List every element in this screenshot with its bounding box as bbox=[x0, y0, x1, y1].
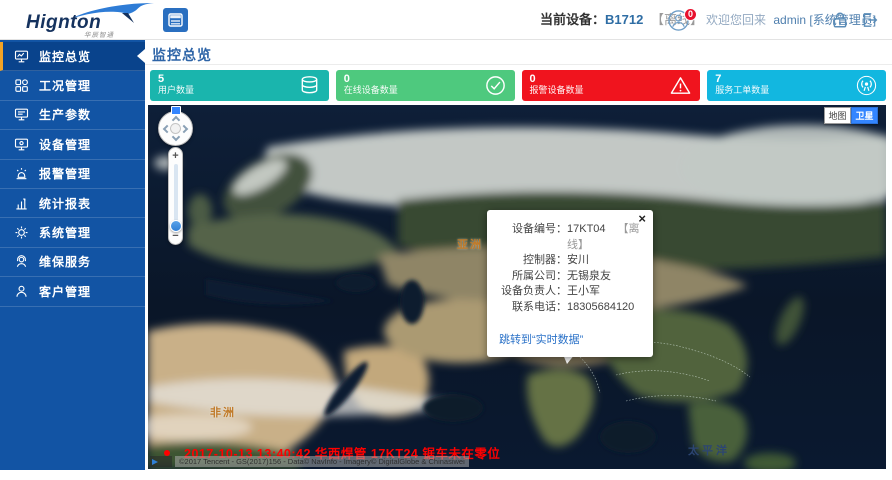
map-type-satellite-button[interactable]: 卫星 bbox=[851, 107, 878, 124]
zoom-in-button[interactable]: + bbox=[169, 150, 182, 162]
stat-cards-row: 5 用户数量 0 在线设备数量 0 报警设备数量 7 服务工单数量 bbox=[150, 70, 886, 101]
close-icon[interactable]: × bbox=[638, 212, 646, 226]
stat-value: 5 bbox=[158, 73, 321, 85]
map-type-switch: 地图 卫星 bbox=[824, 107, 878, 124]
popup-row-company: 所属公司： 无锡泉友 bbox=[495, 269, 645, 285]
map-type-map-button[interactable]: 地图 bbox=[824, 107, 851, 124]
map-label-pacific: 太平洋 bbox=[688, 442, 730, 458]
sidebar-item-label: 统计报表 bbox=[39, 195, 91, 212]
stat-card-users[interactable]: 5 用户数量 bbox=[150, 70, 329, 101]
brand-logo: Hignton 华辰智通 bbox=[26, 3, 146, 39]
grid-icon bbox=[14, 78, 29, 93]
pan-center-button[interactable] bbox=[170, 123, 181, 134]
page-title: 监控总览 bbox=[152, 45, 212, 65]
sidebar-item-monitor-overview[interactable]: 监控总览 bbox=[0, 42, 145, 71]
provider-logo-icon bbox=[152, 459, 158, 465]
popup-label: 控制器： bbox=[495, 253, 567, 269]
attribution-text: ©2017 Tencent - GS(2017)156 - Data© NavI… bbox=[175, 456, 469, 467]
map-label-asia: 亚洲 bbox=[457, 236, 483, 252]
popup-label: 设备编号： bbox=[495, 222, 567, 253]
lock-icon[interactable] bbox=[831, 11, 849, 29]
welcome-text: 欢迎您回来 bbox=[706, 13, 766, 27]
popup-label: 所属公司： bbox=[495, 269, 567, 285]
sidebar-item-label: 维保服务 bbox=[39, 253, 91, 270]
sidebar-item-production-params[interactable]: 生产参数 bbox=[0, 101, 145, 130]
popup-value: 无锡泉友 bbox=[567, 269, 645, 285]
sidebar-item-label: 客户管理 bbox=[39, 283, 91, 300]
notification-badge[interactable]: 0 bbox=[684, 8, 697, 21]
monitor-chart-icon bbox=[14, 49, 29, 64]
warning-triangle-icon bbox=[669, 74, 692, 97]
stat-value: 0 bbox=[344, 73, 507, 85]
popup-row-controller: 控制器： 安川 bbox=[495, 253, 645, 269]
map-zoom-slider[interactable]: + − bbox=[168, 147, 183, 245]
sidebar-toggle-button[interactable] bbox=[163, 8, 188, 32]
map-label-africa: 非洲 bbox=[210, 404, 236, 420]
sidebar-item-maintenance-service[interactable]: 维保服务 bbox=[0, 248, 145, 277]
world-map[interactable]: 中 国 亚洲 非洲 太平洋 + − 地图 卫星 × 设备编号： 17KT04【离… bbox=[148, 105, 886, 469]
sidebar-item-system-mgmt[interactable]: 系统管理 bbox=[0, 218, 145, 247]
sidebar-item-label: 生产参数 bbox=[39, 106, 91, 123]
welcome-message: 欢迎您回来 admin [系统管理员] bbox=[706, 0, 876, 40]
pan-down-icon[interactable] bbox=[172, 133, 180, 141]
sidebar-item-statistics[interactable]: 统计报表 bbox=[0, 189, 145, 218]
popup-label: 设备负责人： bbox=[495, 284, 567, 300]
popup-row-owner: 设备负责人： 王小军 bbox=[495, 284, 645, 300]
sidebar-item-label: 设备管理 bbox=[39, 136, 91, 153]
stat-card-work-orders[interactable]: 7 服务工单数量 bbox=[707, 70, 886, 101]
list-icon bbox=[168, 13, 183, 27]
popup-row-phone: 联系电话： 18305684120 bbox=[495, 300, 645, 316]
stat-label: 用户数量 bbox=[158, 85, 321, 96]
stat-value: 0 bbox=[530, 73, 693, 85]
headset-person-icon bbox=[14, 254, 29, 269]
sidebar-item-label: 报警管理 bbox=[39, 165, 91, 182]
current-device-label: 当前设备： bbox=[540, 12, 605, 27]
pan-right-icon[interactable] bbox=[180, 125, 188, 133]
zoom-out-button[interactable]: − bbox=[169, 230, 182, 242]
bar-chart-icon bbox=[14, 196, 29, 211]
gear-icon bbox=[14, 225, 29, 240]
alarm-siren-icon bbox=[14, 166, 29, 181]
popup-value: 18305684120 bbox=[567, 300, 645, 316]
sidebar-item-device-mgmt[interactable]: 设备管理 bbox=[0, 130, 145, 159]
stat-label: 服务工单数量 bbox=[715, 85, 878, 96]
stat-value: 7 bbox=[715, 73, 878, 85]
stat-label: 报警设备数量 bbox=[530, 85, 693, 96]
monitor-lines-icon bbox=[14, 107, 29, 122]
stat-card-online-devices[interactable]: 0 在线设备数量 bbox=[336, 70, 515, 101]
map-attribution: ©2017 Tencent - GS(2017)156 - Data© NavI… bbox=[150, 456, 469, 467]
sidebar-item-label: 系统管理 bbox=[39, 224, 91, 241]
alert-dot-icon bbox=[164, 450, 170, 456]
database-icon bbox=[298, 74, 321, 97]
current-device-value: B1712 bbox=[605, 12, 643, 27]
title-divider bbox=[145, 64, 892, 65]
sidebar-item-alarm-mgmt[interactable]: 报警管理 bbox=[0, 160, 145, 189]
popup-value: 17KT04【离线】 bbox=[567, 222, 645, 253]
sidebar-nav: 监控总览 工况管理 生产参数 设备管理 报警管理 统计报表 bbox=[0, 40, 145, 470]
signal-icon bbox=[855, 74, 878, 97]
popup-row-device-id: 设备编号： 17KT04【离线】 bbox=[495, 222, 645, 253]
sidebar-item-label: 监控总览 bbox=[39, 48, 91, 65]
logo-subtext: 华辰智通 bbox=[84, 29, 114, 39]
sidebar-item-condition-mgmt[interactable]: 工况管理 bbox=[0, 71, 145, 100]
device-info-popup: × 设备编号： 17KT04【离线】 控制器： 安川 所属公司： 无锡泉友 设备… bbox=[487, 210, 653, 357]
overview-map-toggle[interactable] bbox=[171, 106, 181, 115]
map-provider-logo bbox=[150, 456, 172, 467]
realtime-data-link[interactable]: 跳转到“实时数据” bbox=[499, 331, 645, 347]
popup-value: 安川 bbox=[567, 253, 645, 269]
popup-value: 王小军 bbox=[567, 284, 645, 300]
stat-card-alarm-devices[interactable]: 0 报警设备数量 bbox=[522, 70, 701, 101]
logout-icon[interactable] bbox=[860, 11, 878, 29]
sidebar-item-customer-mgmt[interactable]: 客户管理 bbox=[0, 277, 145, 306]
active-item-arrow bbox=[137, 49, 145, 63]
check-circle-icon bbox=[484, 74, 507, 97]
sidebar-item-label: 工况管理 bbox=[39, 77, 91, 94]
monitor-device-icon bbox=[14, 137, 29, 152]
person-icon bbox=[14, 284, 29, 299]
popup-label: 联系电话： bbox=[495, 300, 567, 316]
top-header: Hignton 华辰智通 当前设备：B1712 【离线】 0 欢迎您回来 adm… bbox=[0, 0, 892, 40]
stat-label: 在线设备数量 bbox=[344, 85, 507, 96]
map-pan-control[interactable] bbox=[158, 111, 193, 146]
